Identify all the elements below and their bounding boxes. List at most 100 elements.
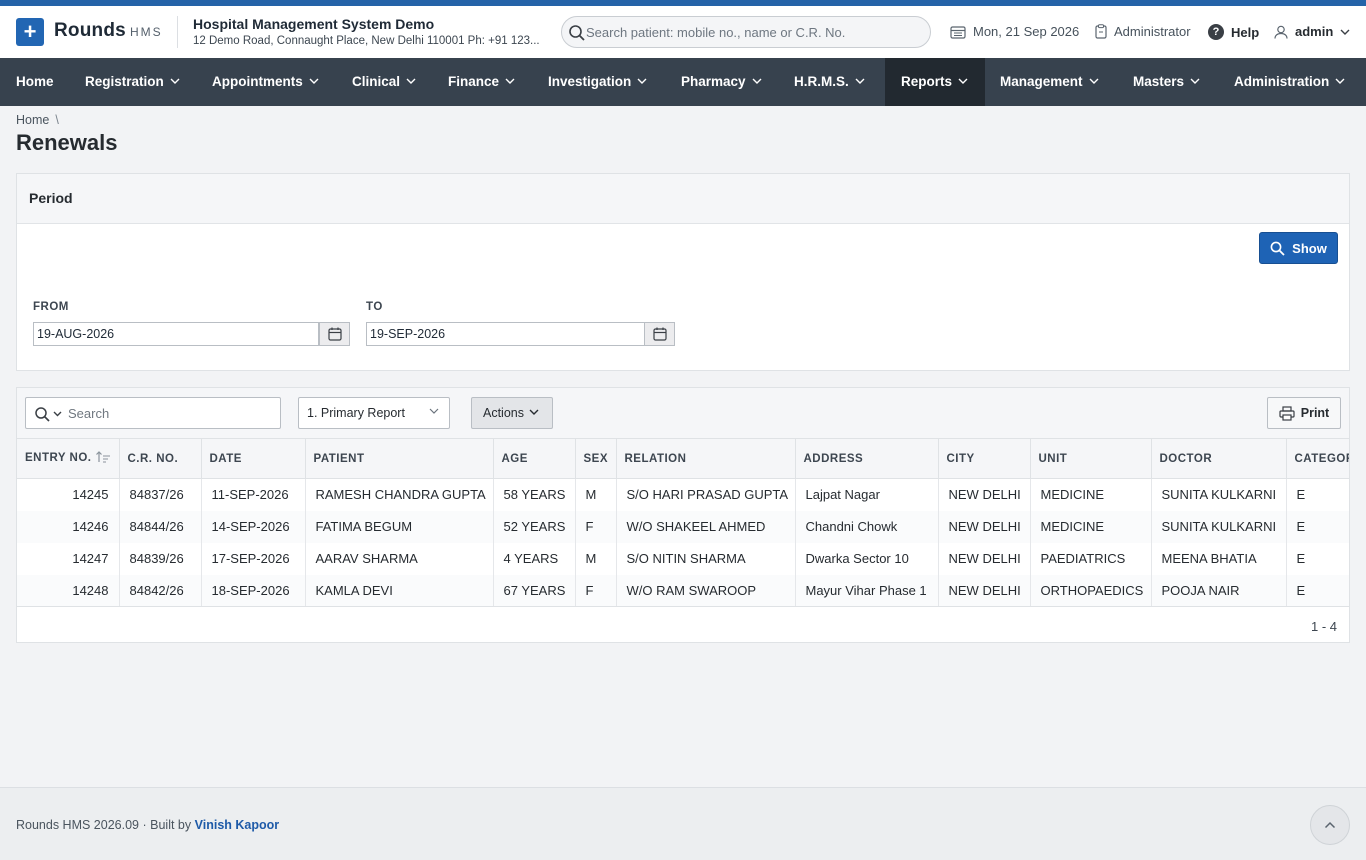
to-calendar-button[interactable] [644,322,675,346]
cell-date: 14-SEP-2026 [201,510,306,543]
plus-icon[interactable]: + [16,18,44,46]
nav-label: Finance [448,74,500,89]
cell-cr-no: 84844/26 [119,510,202,543]
cell-relation: W/O RAM SWAROOP [616,574,796,607]
report-toolbar: 1. Primary Report Actions Print [17,388,1349,438]
breadcrumb-home[interactable]: Home [16,113,49,127]
role-indicator[interactable]: Administrator [1095,24,1191,39]
from-date-input[interactable] [37,325,307,343]
cell-sex: M [575,478,617,511]
cell-sex: F [575,574,617,607]
user-menu[interactable]: admin [1274,24,1350,39]
nav-item-appointments[interactable]: Appointments [196,58,337,106]
to-date-field[interactable] [366,322,645,346]
nav-item-masters[interactable]: Masters [1117,58,1218,106]
to-date-input[interactable] [370,325,632,343]
col-header-patient[interactable]: PATIENT [305,438,494,479]
cell-unit: ORTHOPAEDICS [1030,574,1152,607]
cell-address: Mayur Vihar Phase 1 [795,574,939,607]
report-select[interactable]: 1. Primary Report [298,397,450,429]
chevron-down-icon [1335,78,1345,85]
footer-version: Rounds HMS 2026.09 [16,818,139,832]
help-link[interactable]: ? Help [1208,24,1259,40]
table-footer: 1 - 4 [17,606,1349,642]
show-button[interactable]: Show [1259,232,1338,264]
table-row[interactable]: 14248 84842/26 18-SEP-2026 KAMLA DEVI 67… [17,574,1349,607]
footer-author-link[interactable]: Vinish Kapoor [195,818,280,832]
report-search[interactable] [25,397,281,429]
brand-name[interactable]: Rounds [54,20,126,42]
cell-age: 67 YEARS [493,574,576,607]
actions-button[interactable]: Actions [471,397,553,429]
nav-item-investigation[interactable]: Investigation [532,58,665,106]
cell-entry-no: 14247 [17,542,120,575]
table-row[interactable]: 14247 84839/26 17-SEP-2026 AARAV SHARMA … [17,542,1349,575]
breadcrumb: Home \ [16,113,59,127]
cell-relation: S/O NITIN SHARMA [616,542,796,575]
cell-unit: PAEDIATRICS [1030,542,1152,575]
nav-item-home[interactable]: Home [0,58,70,106]
from-calendar-button[interactable] [319,322,350,346]
print-button[interactable]: Print [1267,397,1341,429]
cell-city: NEW DELHI [938,542,1031,575]
cell-doctor: MEENA BHATIA [1151,542,1287,575]
col-header-cr-no[interactable]: C.R. NO. [119,438,202,479]
patient-search[interactable] [561,16,931,48]
cell-sex: F [575,510,617,543]
date-text: Mon, 21 Sep 2026 [973,24,1080,39]
brand-subtitle: HMS [130,25,163,39]
cell-entry-no: 14246 [17,510,120,543]
table-row[interactable]: 14246 84844/26 14-SEP-2026 FATIMA BEGUM … [17,510,1349,543]
scroll-to-top-button[interactable] [1310,805,1350,845]
search-icon[interactable] [34,406,64,422]
col-header-entry-no[interactable]: ENTRY NO. [17,438,120,479]
cell-entry-no: 14245 [17,478,120,511]
nav-item-hrms[interactable]: H.R.M.S. [778,58,885,106]
col-header-date[interactable]: DATE [201,438,306,479]
cell-address: Chandni Chowk [795,510,939,543]
nav-item-reports[interactable]: Reports [885,58,985,106]
sort-ascending-icon[interactable] [95,451,111,463]
col-header-sex[interactable]: SEX [575,438,617,479]
nav-item-pharmacy[interactable]: Pharmacy [665,58,779,106]
col-header-doctor[interactable]: DOCTOR [1151,438,1287,479]
cell-category: E [1286,510,1349,543]
col-header-unit[interactable]: UNIT [1030,438,1152,479]
nav-item-clinical[interactable]: Clinical [336,58,433,106]
col-header-address[interactable]: ADDRESS [795,438,939,479]
header-divider [177,16,178,48]
chevron-down-icon [958,78,968,85]
report-search-input[interactable] [68,404,268,422]
nav-item-finance[interactable]: Finance [432,58,532,106]
page-footer: Rounds HMS 2026.09 · Built by Vinish Kap… [0,787,1366,860]
table-row[interactable]: 14245 84837/26 11-SEP-2026 RAMESH CHANDR… [17,478,1349,511]
nav-label: Management [1000,74,1083,89]
patient-search-input[interactable] [586,21,922,43]
footer-text: Rounds HMS 2026.09 · Built by Vinish Kap… [16,818,279,832]
nav-label: Pharmacy [681,74,746,89]
from-date-field[interactable] [33,322,319,346]
cell-address: Lajpat Nagar [795,478,939,511]
calendar-icon [652,327,667,341]
col-header-age[interactable]: AGE [493,438,576,479]
nav-item-registration[interactable]: Registration [69,58,197,106]
show-label: Show [1292,240,1327,256]
cell-category: E [1286,478,1349,511]
print-label: Print [1300,406,1330,420]
nav-item-management[interactable]: Management [984,58,1117,106]
col-header-category[interactable]: CATEGORY [1286,438,1349,479]
nav-label: Registration [85,74,164,89]
nav-item-administration[interactable]: Administration [1218,58,1366,106]
cell-doctor: SUNITA KULKARNI [1151,478,1287,511]
chevron-down-icon [637,78,647,85]
search-icon [1270,241,1285,256]
chevron-down-icon [529,409,539,415]
col-header-city[interactable]: CITY [938,438,1031,479]
cell-relation: W/O SHAKEEL AHMED [616,510,796,543]
cell-unit: MEDICINE [1030,478,1152,511]
actions-label: Actions [483,406,524,420]
current-date: Mon, 21 Sep 2026 [950,24,1079,39]
col-header-relation[interactable]: RELATION [616,438,796,479]
period-header: Period [17,174,1349,224]
question-icon: ? [1208,24,1224,40]
